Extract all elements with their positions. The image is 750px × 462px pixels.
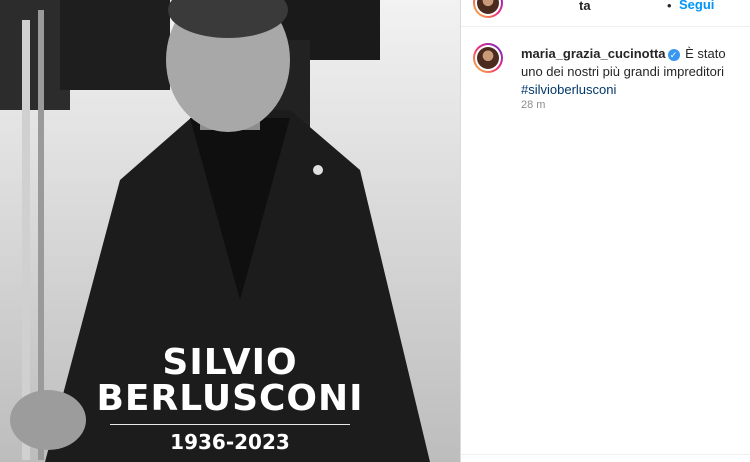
header-username[interactable]: ta xyxy=(579,0,591,13)
overlay-years: 1936-2023 xyxy=(170,430,290,454)
overlay-divider xyxy=(110,424,350,425)
caption-hashtag[interactable]: #silvioberlusconi xyxy=(521,82,616,97)
post-header: ta • Segui xyxy=(461,0,750,27)
header-avatar[interactable] xyxy=(473,0,503,18)
header-separator: • xyxy=(667,0,672,13)
comments-panel: ta • Segui maria_grazia_cucinotta ✓ È sta… xyxy=(460,0,750,462)
caption: maria_grazia_cucinotta ✓ È stato uno dei … xyxy=(521,45,743,99)
overlay-last-name: BERLUSCONI xyxy=(96,378,364,419)
post-image[interactable]: SILVIO BERLUSCONI 1936-2023 xyxy=(0,0,460,462)
caption-avatar[interactable] xyxy=(473,43,503,73)
divider xyxy=(461,454,750,455)
overlay-first-name: SILVIO xyxy=(162,342,298,383)
caption-username[interactable]: maria_grazia_cucinotta xyxy=(521,46,666,61)
caption-timestamp[interactable]: 28 m xyxy=(521,99,545,111)
follow-button[interactable]: Segui xyxy=(679,0,714,12)
verified-badge-icon: ✓ xyxy=(667,48,680,61)
